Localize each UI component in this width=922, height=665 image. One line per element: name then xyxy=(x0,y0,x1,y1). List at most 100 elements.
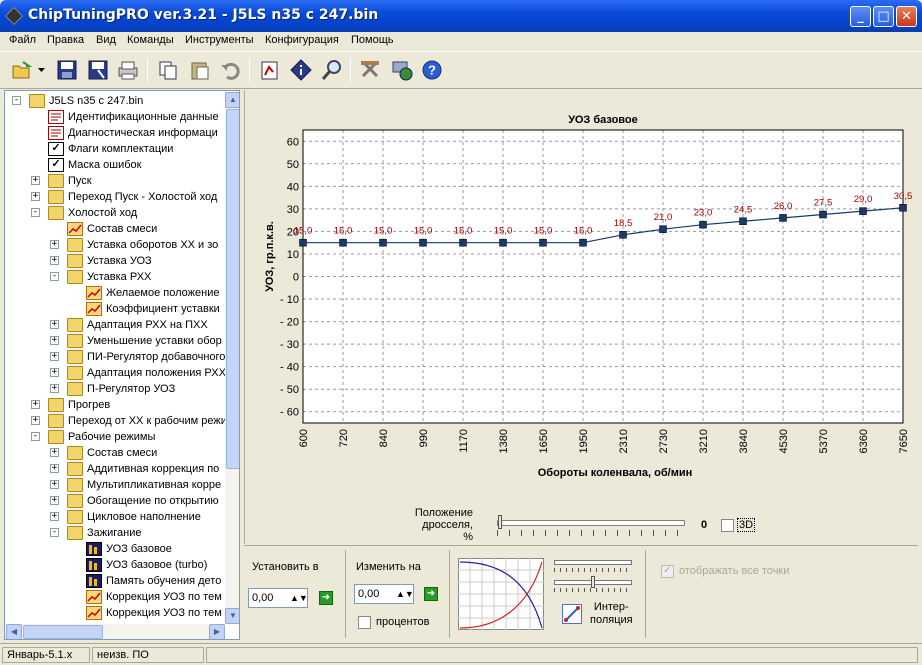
data-point[interactable] xyxy=(539,238,547,247)
menu-config[interactable]: Конфигурация xyxy=(265,34,339,46)
expand-icon[interactable]: + xyxy=(31,192,40,201)
apply-change-button[interactable]: ➜ xyxy=(424,587,438,601)
open-dropdown-icon[interactable] xyxy=(36,58,48,82)
print-icon[interactable] xyxy=(116,58,140,82)
tree-item[interactable]: Диагностическая информаци xyxy=(5,125,225,141)
scroll-left-icon[interactable]: ◀ xyxy=(6,624,22,639)
tree-item[interactable]: + Переход Пуск - Холостой ход xyxy=(5,189,225,205)
tree-item[interactable]: ✓ Флаги комплектации xyxy=(5,141,225,157)
hscroll-thumb[interactable] xyxy=(23,625,103,639)
tree-item[interactable]: Состав смеси xyxy=(5,221,225,237)
scroll-up-icon[interactable]: ▲ xyxy=(225,92,239,108)
tree-item[interactable]: ✓ Маска ошибок xyxy=(5,157,225,173)
interpolation-button[interactable] xyxy=(562,604,582,624)
tree-item[interactable]: Коррекция УОЗ по тем xyxy=(5,589,225,605)
show-all-points-checkbox[interactable]: ✓ xyxy=(661,565,674,578)
data-point[interactable] xyxy=(859,207,867,215)
data-point[interactable] xyxy=(899,204,907,212)
scroll-thumb[interactable] xyxy=(226,109,239,469)
tree-item[interactable]: + П-Регулятор УОЗ xyxy=(5,381,225,397)
compare-icon[interactable] xyxy=(258,58,282,82)
data-point[interactable] xyxy=(379,238,387,247)
data-point[interactable] xyxy=(339,238,347,247)
tree-item[interactable]: УОЗ базовое (turbo) xyxy=(5,557,225,573)
data-point[interactable] xyxy=(419,238,427,247)
tree-item[interactable]: + Мультипликативная корре xyxy=(5,477,225,493)
tree-item[interactable]: - Рабочие режимы xyxy=(5,429,225,445)
open-icon[interactable] xyxy=(10,58,34,82)
minimize-button[interactable]: _ xyxy=(850,6,871,27)
expand-icon[interactable]: + xyxy=(50,480,59,489)
expand-icon[interactable]: + xyxy=(50,320,59,329)
tools-icon[interactable] xyxy=(358,58,382,82)
maximize-button[interactable]: □ xyxy=(873,6,894,27)
apply-set-button[interactable]: ➜ xyxy=(319,591,333,605)
change-value-input[interactable]: 0,00 ▲▼ xyxy=(354,584,414,604)
expand-icon[interactable]: + xyxy=(50,336,59,345)
expand-icon[interactable]: + xyxy=(31,176,40,185)
data-point[interactable] xyxy=(459,238,467,247)
data-point[interactable] xyxy=(619,231,627,239)
help-icon[interactable]: ? xyxy=(420,58,444,82)
spin-arrows-icon[interactable]: ▲▼ xyxy=(290,590,308,606)
tree-item[interactable]: Память обучения дето xyxy=(5,573,225,589)
menu-view[interactable]: Вид xyxy=(96,34,116,46)
tree-item[interactable]: + ПИ-Регулятор добавочного xyxy=(5,349,225,365)
expand-icon[interactable]: + xyxy=(50,256,59,265)
menu-help[interactable]: Помощь xyxy=(351,34,394,46)
data-point[interactable] xyxy=(659,225,667,233)
tree-item[interactable]: + Адаптация РХХ на ПХХ xyxy=(5,317,225,333)
expand-icon[interactable]: + xyxy=(50,384,59,393)
expand-icon[interactable]: + xyxy=(31,400,40,409)
tree-item[interactable]: Коэффициент уставки xyxy=(5,301,225,317)
tree-item[interactable]: + Аддитивная коррекция по xyxy=(5,461,225,477)
interp-slider-2[interactable] xyxy=(554,576,632,588)
expand-icon[interactable]: + xyxy=(50,240,59,249)
collapse-icon[interactable]: - xyxy=(31,432,40,441)
tree-item[interactable]: + Переход от ХХ к рабочим режи xyxy=(5,413,227,429)
expand-icon[interactable]: + xyxy=(50,496,59,505)
tree-item[interactable]: Идентификационные данные xyxy=(5,109,225,125)
tree-item[interactable]: + Уставка УОЗ xyxy=(5,253,225,269)
tree-item[interactable]: УОЗ базовое xyxy=(5,541,225,557)
paste-icon[interactable] xyxy=(188,58,212,82)
menu-edit[interactable]: Правка xyxy=(47,34,84,46)
undo-icon[interactable] xyxy=(218,58,242,82)
percent-checkbox[interactable] xyxy=(358,616,371,629)
expand-icon[interactable]: + xyxy=(50,368,59,377)
copy-icon[interactable] xyxy=(156,58,180,82)
interp-slider-1[interactable] xyxy=(554,560,632,565)
menu-commands[interactable]: Команды xyxy=(127,34,174,46)
tree-item[interactable]: - Уставка РХХ xyxy=(5,269,225,285)
tree-item[interactable]: - J5LS n35 с 247.bin xyxy=(5,93,225,109)
tree-view[interactable]: - J5LS n35 с 247.bin Идентификационные дан… xyxy=(4,90,240,640)
scroll-down-icon[interactable]: ▼ xyxy=(225,608,239,624)
tree-item[interactable]: Коррекция УОЗ по тем xyxy=(5,605,225,621)
expand-icon[interactable]: + xyxy=(50,512,59,521)
menu-file[interactable]: Файл xyxy=(9,34,36,46)
interp-slider-2-thumb[interactable] xyxy=(591,576,595,588)
collapse-icon[interactable]: - xyxy=(12,96,21,105)
search-icon[interactable] xyxy=(320,58,344,82)
data-point[interactable] xyxy=(499,238,507,247)
tree-item[interactable]: - Зажигание xyxy=(5,525,225,541)
tree-item[interactable]: + Уставка оборотов ХХ и зо xyxy=(5,237,225,253)
tree-vertical-scrollbar[interactable]: ▲ ▼ xyxy=(225,92,239,624)
expand-icon[interactable]: + xyxy=(50,448,59,457)
scroll-right-icon[interactable]: ▶ xyxy=(209,624,225,639)
connect-icon[interactable] xyxy=(390,58,414,82)
tree-item[interactable]: + Состав смеси xyxy=(5,445,225,461)
close-button[interactable]: ✕ xyxy=(896,6,917,27)
tree-item[interactable]: + Адаптация положения РХХ xyxy=(5,365,226,381)
collapse-icon[interactable]: - xyxy=(31,208,40,217)
data-point[interactable] xyxy=(299,238,307,247)
tree-item[interactable]: + Уменьшение уставки обор xyxy=(5,333,225,349)
throttle-slider[interactable] xyxy=(497,515,685,529)
save-icon[interactable] xyxy=(55,58,79,82)
uoz-chart[interactable]: 6050403020100- 10- 20- 30- 40- 50- 60600… xyxy=(245,90,919,544)
tree-item[interactable]: Желаемое положение xyxy=(5,285,225,301)
menu-tools[interactable]: Инструменты xyxy=(185,34,254,46)
set-value-input[interactable]: 0,00 ▲▼ xyxy=(248,588,308,608)
tree-item[interactable]: + Пуск xyxy=(5,173,225,189)
info-icon[interactable] xyxy=(289,58,313,82)
